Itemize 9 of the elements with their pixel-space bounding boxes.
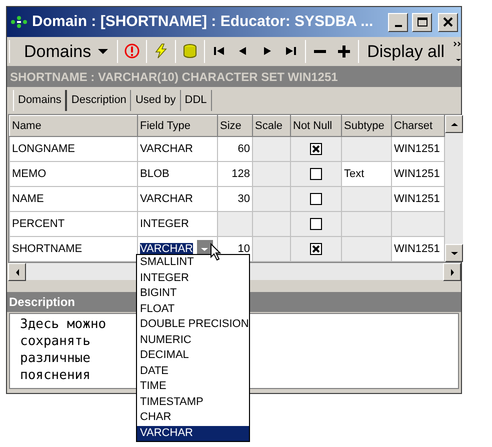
table-cell: LONGNAME [10, 136, 138, 162]
window-title: Domain : [SHORTNAME] : Educator: SYSDBA ... [32, 12, 374, 32]
table-cell: PERCENT [10, 212, 138, 236]
table-cell: BLOB [138, 162, 218, 186]
table-cell: VARCHAR [138, 186, 218, 212]
table-cell: MEMO [10, 162, 138, 186]
info-bar: SHORTNAME : VARCHAR(10) CHARACTER SET WIN1251 [7, 67, 461, 87]
table-cell: NAME [10, 186, 138, 212]
table-cell: VARCHAR [138, 136, 218, 162]
